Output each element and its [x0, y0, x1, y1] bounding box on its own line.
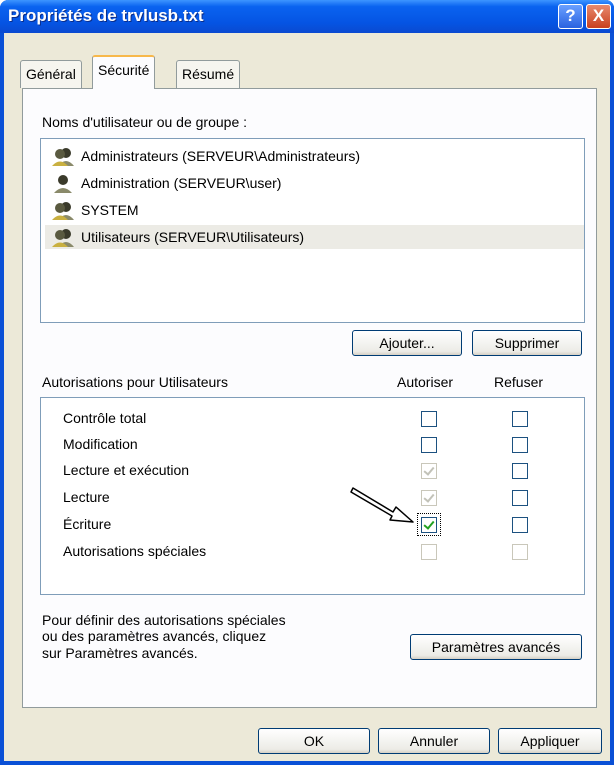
- title-bar[interactable]: Propriétés de trvlusb.txt ? X: [0, 0, 614, 33]
- users-list[interactable]: Administrateurs (SERVEUR\Administrateurs…: [40, 138, 585, 323]
- allow-checkbox-controle-total[interactable]: [421, 411, 437, 427]
- remove-button[interactable]: Supprimer: [472, 330, 582, 356]
- add-button-label: Ajouter...: [379, 335, 435, 351]
- group-users-icon: [52, 148, 74, 166]
- permission-label: Lecture et exécution: [63, 462, 190, 478]
- deny-column-header: Refuser: [494, 374, 544, 390]
- list-item-utilisateurs[interactable]: Utilisateurs (SERVEUR\Utilisateurs): [45, 225, 584, 249]
- cancel-button[interactable]: Annuler: [378, 728, 490, 754]
- list-item-system[interactable]: SYSTEM: [45, 198, 584, 222]
- group-users-icon: [52, 229, 74, 247]
- tab-summary[interactable]: Résumé: [176, 60, 241, 88]
- allow-checkbox-modification[interactable]: [421, 437, 437, 453]
- permissions-list: Contrôle total Modification Lecture et e…: [40, 397, 585, 595]
- permission-label: Écriture: [63, 516, 112, 532]
- permission-label: Lecture: [63, 489, 110, 505]
- annotation-arrow-icon: [350, 487, 414, 523]
- cancel-button-label: Annuler: [409, 733, 459, 749]
- permissions-header: Autorisations pour Utilisateurs: [42, 374, 228, 390]
- list-item-label: SYSTEM: [81, 202, 139, 218]
- advanced-settings-button[interactable]: Paramètres avancés: [410, 634, 582, 660]
- list-item-label: Administration (SERVEUR\user): [81, 175, 282, 191]
- advanced-settings-button-label: Paramètres avancés: [431, 639, 561, 655]
- allow-column-header: Autoriser: [397, 374, 454, 390]
- window-title: Propriétés de trvlusb.txt: [8, 6, 204, 25]
- close-button[interactable]: X: [586, 4, 611, 29]
- list-item-label: Administrateurs (SERVEUR\Administrateurs…: [81, 148, 361, 164]
- allow-checkbox-autorisations-speciales: [421, 544, 437, 560]
- list-item-label: Utilisateurs (SERVEUR\Utilisateurs): [81, 229, 305, 245]
- permission-label: Autorisations spéciales: [63, 543, 207, 559]
- deny-checkbox-lecture-execution[interactable]: [512, 463, 528, 479]
- deny-checkbox-controle-total[interactable]: [512, 411, 528, 427]
- permission-label: Contrôle total: [63, 410, 147, 426]
- deny-checkbox-modification[interactable]: [512, 437, 528, 453]
- tab-security[interactable]: Sécurité: [92, 55, 156, 89]
- tab-general[interactable]: Général: [20, 60, 82, 88]
- ok-button-label: OK: [303, 733, 325, 749]
- apply-button-label: Appliquer: [520, 733, 580, 749]
- advanced-hint-line: Pour définir des autorisations spéciales: [42, 612, 286, 628]
- apply-button[interactable]: Appliquer: [498, 728, 602, 754]
- deny-checkbox-ecriture[interactable]: [512, 517, 528, 533]
- user-icon: [54, 175, 72, 193]
- allow-checkbox-lecture-execution: [421, 463, 437, 479]
- add-button[interactable]: Ajouter...: [352, 330, 462, 356]
- allow-checkbox-ecriture[interactable]: [421, 517, 437, 533]
- group-users-icon: [52, 202, 74, 220]
- advanced-hint-line: sur Paramètres avancés.: [42, 645, 198, 661]
- deny-checkbox-autorisations-speciales: [512, 544, 528, 560]
- deny-checkbox-lecture[interactable]: [512, 490, 528, 506]
- list-item-administration[interactable]: Administration (SERVEUR\user): [45, 171, 584, 195]
- allow-checkbox-lecture: [421, 490, 437, 506]
- list-item-administrateurs[interactable]: Administrateurs (SERVEUR\Administrateurs…: [45, 144, 584, 168]
- help-button[interactable]: ?: [558, 4, 583, 29]
- remove-button-label: Supprimer: [494, 335, 560, 351]
- permission-label: Modification: [63, 436, 138, 452]
- users-list-label: Noms d'utilisateur ou de groupe :: [42, 114, 248, 130]
- advanced-hint-line: ou des paramètres avancés, cliquez: [42, 628, 267, 644]
- ok-button[interactable]: OK: [258, 728, 370, 754]
